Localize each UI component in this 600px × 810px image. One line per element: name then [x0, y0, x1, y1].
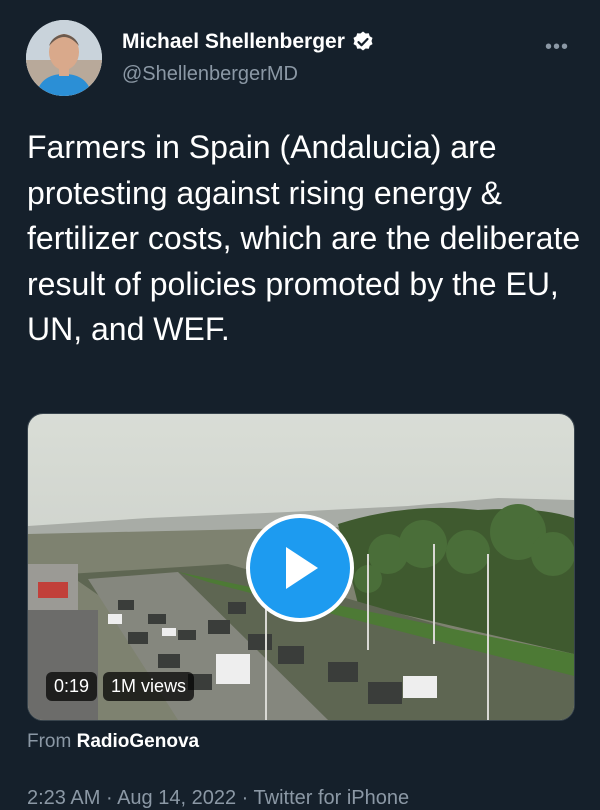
- separator: ·: [105, 787, 113, 809]
- attribution-prefix: From: [27, 731, 72, 752]
- tweet-header: Michael Shellenberger @ShellenbergerMD •…: [0, 0, 600, 110]
- tweet-text: Farmers in Spain (Andalucia) are protest…: [27, 129, 581, 347]
- separator: ·: [241, 787, 249, 809]
- video-player[interactable]: 0:19 1M views: [27, 413, 575, 721]
- media-attribution: From RadioGenova: [27, 731, 199, 753]
- play-icon: [286, 547, 318, 589]
- verified-badge-icon: [353, 31, 373, 51]
- tweet-client[interactable]: Twitter for iPhone: [254, 787, 410, 809]
- attribution-source-link[interactable]: RadioGenova: [77, 731, 199, 752]
- video-duration: 0:19: [46, 672, 98, 701]
- avatar[interactable]: [26, 20, 102, 96]
- tweet-time[interactable]: 2:23 AM: [27, 787, 100, 809]
- display-name[interactable]: Michael Shellenberger: [122, 30, 345, 54]
- more-options-icon[interactable]: •••: [545, 36, 569, 59]
- tweet-date[interactable]: Aug 14, 2022: [117, 787, 236, 809]
- view-count: 1M views: [103, 672, 195, 701]
- play-button[interactable]: [246, 514, 354, 622]
- video-badges: 0:19 1M views: [46, 672, 195, 701]
- handle[interactable]: @ShellenbergerMD: [122, 63, 298, 86]
- tweet-metadata: 2:23 AM · Aug 14, 2022 · Twitter for iPh…: [27, 787, 409, 810]
